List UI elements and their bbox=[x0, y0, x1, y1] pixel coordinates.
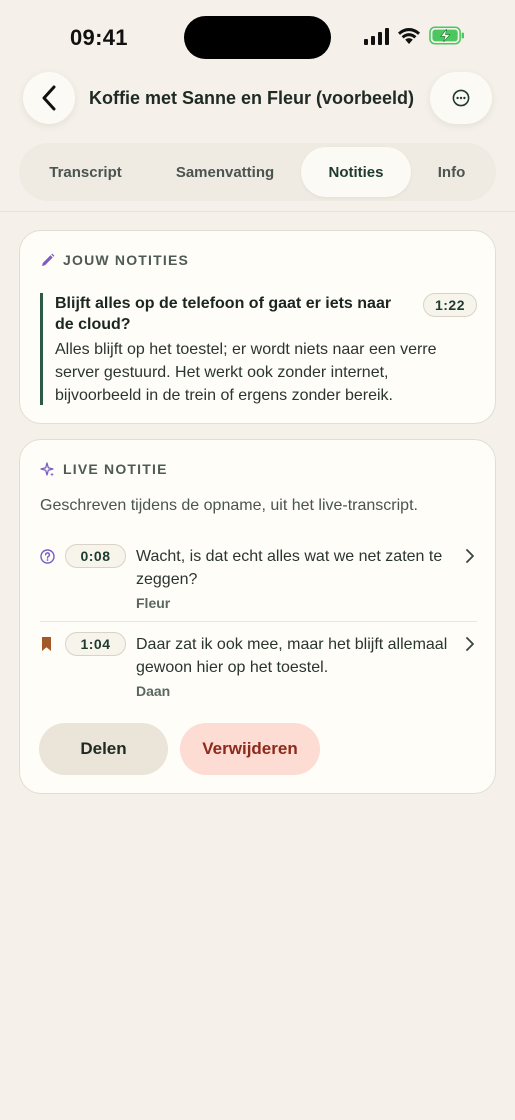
your-notes-card: JOUW NOTITIES Blijft alles op de telefoo… bbox=[19, 230, 496, 424]
live-item-text: Wacht, is dat echt alles wat we net zate… bbox=[136, 548, 443, 588]
status-bar: 09:41 bbox=[0, 0, 515, 70]
tab-info[interactable]: Info bbox=[411, 147, 492, 197]
live-note-heading-label: LIVE NOTITIE bbox=[63, 461, 168, 477]
your-notes-heading-label: JOUW NOTITIES bbox=[63, 252, 190, 268]
live-note-item[interactable]: 1:04 Daar zat ik ook mee, maar het blijf… bbox=[40, 632, 477, 702]
back-button[interactable] bbox=[23, 72, 75, 124]
status-icons bbox=[364, 26, 465, 45]
live-item-speaker: Fleur bbox=[136, 595, 171, 611]
live-note-card: LIVE NOTITIE Geschreven tijdens de opnam… bbox=[19, 439, 496, 794]
tab-notities[interactable]: Notities bbox=[301, 147, 411, 197]
cellular-signal-icon bbox=[364, 27, 389, 45]
tab-bar: Transcript Samenvatting Notities Info bbox=[19, 143, 496, 201]
user-note[interactable]: Blijft alles op de telefoon of gaat er i… bbox=[40, 293, 477, 405]
live-note-subtitle: Geschreven tijdens de opname, uit het li… bbox=[40, 497, 418, 514]
live-item-speaker: Daan bbox=[136, 683, 171, 699]
note-body: Alles blijft op het toestel; er wordt ni… bbox=[55, 341, 437, 404]
live-item-timestamp[interactable]: 1:04 bbox=[65, 632, 126, 656]
dynamic-island bbox=[184, 16, 331, 59]
live-note-item[interactable]: 0:08 Wacht, is dat echt alles wat we net… bbox=[40, 544, 477, 614]
chevron-right-icon bbox=[466, 549, 474, 563]
tab-samenvatting[interactable]: Samenvatting bbox=[154, 147, 296, 197]
page-title: Koffie met Sanne en Fleur (voorbeeld) bbox=[89, 88, 415, 108]
more-options-button[interactable] bbox=[430, 72, 492, 124]
chevron-left-icon bbox=[42, 85, 56, 111]
note-timestamp[interactable]: 1:22 bbox=[423, 293, 477, 317]
header-divider bbox=[0, 211, 515, 212]
sparkle-icon bbox=[40, 461, 54, 476]
bookmark-icon bbox=[42, 637, 51, 651]
battery-charging-icon bbox=[429, 26, 465, 45]
your-notes-heading: JOUW NOTITIES bbox=[40, 252, 189, 268]
chevron-right-icon bbox=[466, 637, 474, 651]
pencil-icon bbox=[42, 253, 55, 266]
question-circle-icon bbox=[40, 549, 55, 564]
tab-transcript[interactable]: Transcript bbox=[23, 147, 148, 197]
status-time: 09:41 bbox=[70, 25, 128, 50]
wifi-icon bbox=[398, 27, 420, 44]
live-item-timestamp[interactable]: 0:08 bbox=[65, 544, 126, 568]
share-button[interactable]: Delen bbox=[39, 723, 168, 775]
ellipsis-circle-icon bbox=[452, 89, 470, 107]
live-note-heading: LIVE NOTITIE bbox=[40, 461, 168, 477]
live-item-text: Daar zat ik ook mee, maar het blijft all… bbox=[136, 636, 448, 676]
note-title: Blijft alles op de telefoon of gaat er i… bbox=[55, 295, 392, 333]
item-divider bbox=[40, 621, 477, 622]
delete-button[interactable]: Verwijderen bbox=[180, 723, 320, 775]
